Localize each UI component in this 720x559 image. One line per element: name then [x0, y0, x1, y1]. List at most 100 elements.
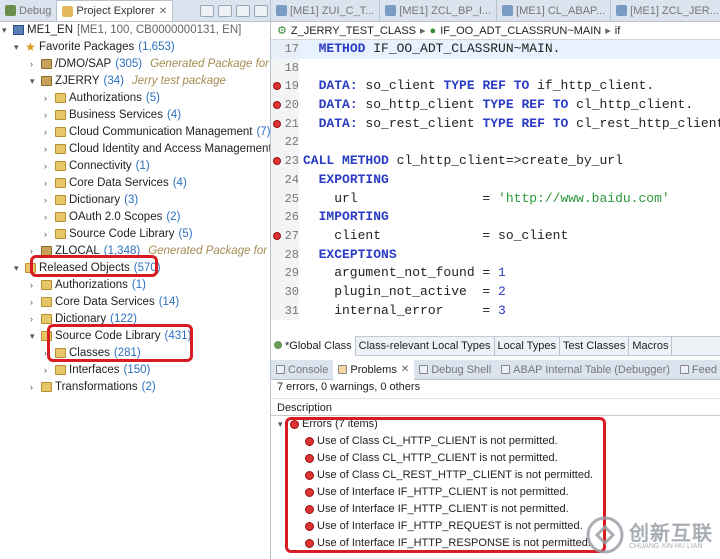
chevron-right-icon[interactable]: ›: [30, 294, 33, 311]
line-number: 25: [271, 189, 299, 209]
collapse-all-icon[interactable]: [200, 4, 214, 17]
close-icon[interactable]: ✕: [401, 360, 409, 380]
tree-item[interactable]: › Cloud Identity and Access Management(3: [0, 141, 271, 158]
chevron-right-icon[interactable]: ›: [44, 90, 47, 107]
tree-item-label: Cloud Identity and Access Management(3: [69, 141, 271, 158]
code-line[interactable]: 25 url = 'http://www.baidu.com': [271, 189, 720, 209]
breadcrumb-item[interactable]: IF_OO_ADT_CLASSRUN~MAIN: [440, 25, 601, 37]
tab-debug-shell[interactable]: Debug Shell: [414, 360, 496, 380]
code-line[interactable]: 20 DATA: so_http_client TYPE REF TO cl_h…: [271, 96, 720, 115]
tree-item[interactable]: › Core Data Services (4): [0, 175, 270, 192]
chevron-down-icon[interactable]: ▾: [2, 22, 7, 39]
tree-item[interactable]: › Interfaces (150): [0, 362, 270, 379]
tab-console[interactable]: Console: [271, 360, 333, 380]
tree-item-text: Cloud Identity and Access Management: [69, 143, 271, 155]
code-line[interactable]: 29 argument_not_found = 1: [271, 264, 720, 283]
chevron-down-icon[interactable]: ▾: [14, 260, 19, 277]
minimize-icon[interactable]: [254, 4, 268, 17]
tree-item[interactable]: ▾ ZJERRY (34) Jerry test package: [0, 73, 270, 90]
code-editor[interactable]: 17 METHOD IF_OO_ADT_CLASSRUN~MAIN. 18 19 D…: [271, 40, 720, 322]
tree-item[interactable]: › Connectivity (1): [0, 158, 270, 175]
tab-class-relevant-local-types[interactable]: Class-relevant Local Types: [356, 336, 495, 356]
tree-item-label: Authorizations (1): [55, 277, 146, 294]
tree-item[interactable]: › Dictionary (3): [0, 192, 270, 209]
code-text: CALL METHOD cl_http_client=>create_by_ur…: [303, 153, 623, 169]
line-number: 24: [271, 170, 299, 190]
link-editor-icon[interactable]: [218, 4, 232, 17]
tab-test-classes[interactable]: Test Classes: [560, 336, 630, 356]
code-line[interactable]: 21 DATA: so_rest_client TYPE REF TO cl_r…: [271, 114, 720, 134]
code-line[interactable]: 26 IMPORTING: [271, 208, 720, 227]
tab-local-types[interactable]: Local Types: [495, 336, 561, 356]
tree-item[interactable]: › /DMO/SAP(305) Generated Package for /DI: [0, 56, 270, 73]
editor-tab[interactable]: [ME1] ZCL_JER...: [611, 0, 720, 21]
code-text: EXCEPTIONS: [318, 246, 397, 262]
chevron-right-icon[interactable]: ›: [44, 141, 47, 158]
editor-tab[interactable]: [ME1] ZUI_C_T...: [271, 0, 381, 21]
tab-debug[interactable]: Debug: [0, 0, 56, 21]
error-marker-icon[interactable]: [273, 119, 281, 128]
chevron-down-icon[interactable]: ▾: [14, 39, 19, 56]
tab-project-explorer[interactable]: Project Explorer ✕: [56, 0, 174, 21]
chevron-right-icon[interactable]: ›: [44, 192, 47, 209]
error-marker-icon[interactable]: [273, 101, 281, 110]
chevron-right-icon[interactable]: ›: [44, 362, 47, 379]
code-text: IMPORTING: [318, 209, 389, 225]
chevron-right-icon[interactable]: ›: [30, 56, 33, 73]
tree-item[interactable]: › Source Code Library (5): [0, 226, 270, 243]
breadcrumb-item[interactable]: Z_JERRY_TEST_CLASS: [291, 25, 416, 37]
tab-abap-internal-table[interactable]: ABAP Internal Table (Debugger): [496, 360, 675, 380]
tree-item[interactable]: ▾ ME1_EN [ME1, 100, CB0000000131, EN]: [0, 22, 270, 39]
method-icon: ●: [429, 24, 437, 37]
tree-item[interactable]: › Transformations (2): [0, 379, 270, 396]
tab-macros[interactable]: Macros: [629, 336, 673, 356]
problems-icon: [338, 365, 348, 374]
editor-tab-label: [ME1] CL_ABAP...: [516, 4, 606, 17]
chevron-right-icon[interactable]: ›: [44, 124, 47, 141]
code-line[interactable]: 31 internal_error = 3: [271, 301, 720, 321]
chevron-down-icon[interactable]: ▾: [30, 73, 35, 90]
tree-item[interactable]: › Business Services (4): [0, 107, 270, 124]
tree-item[interactable]: › Core Data Services (14): [0, 294, 270, 311]
code-line[interactable]: 19 DATA: so_client TYPE REF TO if_http_c…: [271, 77, 720, 97]
code-line[interactable]: 28 EXCEPTIONS: [271, 245, 720, 265]
chevron-down-icon[interactable]: ▾: [278, 416, 283, 433]
folder-icon: [55, 365, 66, 375]
tree-item[interactable]: › Authorizations (1): [0, 277, 270, 294]
tree-item-count: (1): [131, 279, 146, 291]
chevron-right-icon[interactable]: ›: [44, 175, 47, 192]
breadcrumb-item[interactable]: if: [615, 25, 621, 37]
chevron-down-icon[interactable]: ▾: [30, 328, 35, 345]
chevron-right-icon[interactable]: ›: [44, 209, 47, 226]
tab-feed-reader[interactable]: Feed Reader: [675, 360, 720, 380]
editor-tab[interactable]: [ME1] ZCL_BP_I...: [380, 0, 498, 21]
chevron-right-icon[interactable]: ›: [30, 311, 33, 328]
code-line[interactable]: 22: [271, 133, 720, 153]
tree-item[interactable]: › OAuth 2.0 Scopes (2): [0, 209, 270, 226]
tree-item[interactable]: › Cloud Communication Management (7): [0, 124, 271, 141]
chevron-right-icon[interactable]: ›: [30, 277, 33, 294]
chevron-right-icon[interactable]: ›: [44, 226, 47, 243]
tab-problems[interactable]: Problems ✕: [333, 359, 415, 380]
column-header-description[interactable]: Description: [271, 398, 720, 416]
code-line[interactable]: 17 METHOD IF_OO_ADT_CLASSRUN~MAIN.: [271, 40, 720, 59]
code-line[interactable]: 30 plugin_not_active = 2: [271, 282, 720, 302]
code-line[interactable]: 18: [271, 58, 720, 78]
tab-global-class[interactable]: *Global Class: [271, 336, 356, 356]
tree-item-text: Transformations: [55, 381, 138, 393]
code-line[interactable]: 23 CALL METHOD cl_http_client=>create_by_…: [271, 152, 720, 171]
code-line[interactable]: 27 client = so_client: [271, 226, 720, 246]
chevron-right-icon[interactable]: ›: [44, 158, 47, 175]
code-line[interactable]: 24 EXPORTING: [271, 170, 720, 190]
error-marker-icon[interactable]: [273, 231, 281, 240]
tree-item-count: (7): [256, 126, 271, 138]
chevron-right-icon[interactable]: ›: [44, 107, 47, 124]
editor-tab[interactable]: [ME1] CL_ABAP...: [497, 0, 612, 21]
chevron-right-icon[interactable]: ›: [30, 379, 33, 396]
view-menu-icon[interactable]: [236, 4, 250, 17]
tree-item-count: (2): [166, 211, 181, 223]
tree-item[interactable]: ▾ ★ Favorite Packages (1,653): [0, 39, 270, 56]
tree-item-text: Interfaces: [69, 364, 120, 376]
tree-item[interactable]: › Authorizations (5): [0, 90, 270, 107]
close-icon[interactable]: ✕: [159, 6, 167, 17]
